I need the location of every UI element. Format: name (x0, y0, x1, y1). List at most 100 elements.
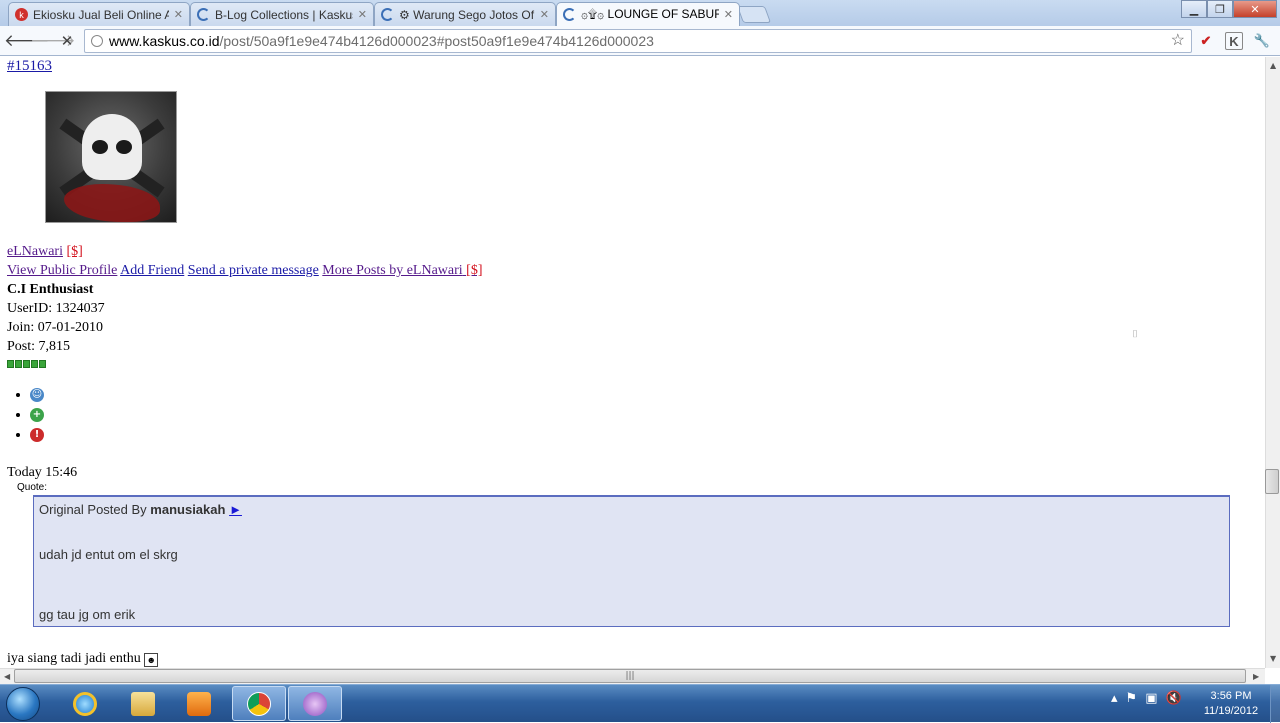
loading-spinner-icon (197, 8, 210, 21)
media-player-icon (187, 691, 211, 716)
taskbar-chrome[interactable] (232, 686, 286, 721)
profile-icon[interactable]: ☺ (30, 387, 44, 402)
extension-k-icon[interactable]: K (1225, 32, 1243, 50)
post-reply-text: iya siang tadi jadi enthu ☻ (7, 651, 159, 667)
emoticon-icon: ☻ (144, 653, 159, 667)
folder-icon (131, 691, 155, 716)
scroll-up-arrow-icon[interactable]: ▲ (1270, 61, 1276, 70)
add-friend-link[interactable]: Add Friend (120, 263, 184, 278)
tab-lounge-of-saburai[interactable]: ۞۩۞ LOUNGE OF SABURAI ✕ (556, 2, 740, 26)
avatar-eye (116, 140, 132, 154)
show-desktop-button[interactable] (1270, 685, 1280, 723)
avatar-eye (92, 140, 108, 154)
send-private-message-link[interactable]: Send a private message (188, 263, 319, 278)
scroll-right-arrow-icon[interactable]: ▶ (1253, 672, 1259, 681)
post-timestamp: Today 15:46 (7, 465, 78, 480)
reputation-star-icon (39, 360, 46, 368)
list-item: ! (30, 425, 44, 445)
stop-loading-icon[interactable]: ✕ (56, 30, 78, 52)
reputation-star-icon (15, 360, 22, 368)
scroll-left-arrow-icon[interactable]: ◀ (4, 672, 10, 681)
quote-line-1: udah jd entut om el skrg (39, 547, 178, 562)
user-action-links: View Public Profile Add Friend Send a pr… (7, 263, 483, 279)
view-public-profile-link[interactable]: View Public Profile (7, 263, 117, 278)
taskbar-media-player[interactable] (172, 686, 226, 721)
network-icon[interactable]: ▣ (1145, 691, 1157, 706)
tab-warung-sego-jotos[interactable]: ⚙ Warung Sego Jotos Of R ✕ (374, 2, 556, 26)
tab-close-icon[interactable]: ✕ (724, 8, 733, 21)
quote-header: Original Posted By manusiakah ► (39, 502, 242, 517)
back-arrow-icon[interactable]: 🡐 (4, 30, 50, 52)
show-hidden-icons-icon[interactable]: ▴ (1111, 691, 1118, 706)
loading-spinner-icon (381, 8, 394, 21)
page-content: #15163 eLNawari [$] View Public Profile … (0, 57, 1265, 668)
reputation-star-icon (31, 360, 38, 368)
donator-badge[interactable]: [$] (66, 244, 82, 259)
user-post-count: Post: 7,815 (7, 339, 71, 354)
forward-arrow-icon[interactable]: 🡒 (30, 30, 76, 52)
chrome-icon (247, 691, 271, 716)
maximize-button[interactable]: ❐ (1207, 0, 1233, 18)
taskbar-clock[interactable]: 3:56 PM 11/19/2012 (1198, 689, 1264, 719)
browser-toolbar: 🡐 🡒 ✕ www.kaskus.co.id/post/50a9f1e9e474… (0, 26, 1280, 56)
tab-title: B-Log Collections | Kaskus - (215, 7, 353, 22)
quote-label: Quote: (17, 482, 48, 493)
more-posts-label: More Posts by eLNawari (322, 263, 463, 278)
horizontal-scroll-thumb[interactable]: ||| (14, 669, 1246, 683)
avatar-skull (82, 114, 142, 180)
add-reputation-icon[interactable]: + (30, 407, 44, 422)
post-action-icons: ☺ + ! (8, 385, 44, 445)
address-bar[interactable]: www.kaskus.co.id/post/50a9f1e9e474b4126d… (84, 29, 1192, 53)
page-icon (91, 35, 103, 47)
reputation-star-icon (23, 360, 30, 368)
clock-date: 11/19/2012 (1203, 705, 1259, 717)
internet-explorer-icon (73, 691, 97, 716)
tab-ekiosku[interactable]: k Ekiosku Jual Beli Online Am ✕ (8, 2, 190, 26)
user-join-date: Join: 07-01-2010 (7, 320, 104, 335)
new-tab-button[interactable] (736, 6, 772, 23)
view-post-arrow-link[interactable]: ► (229, 502, 242, 517)
reputation-star-icon (7, 360, 14, 368)
vertical-scrollbar[interactable]: ▲ ▼ (1265, 57, 1280, 668)
tab-strip: k Ekiosku Jual Beli Online Am ✕ B-Log Co… (0, 0, 1280, 26)
list-item: + (30, 405, 44, 425)
username-line: eLNawari [$] (7, 244, 83, 260)
tab-title: Ekiosku Jual Beli Online Am (33, 7, 169, 22)
bookmark-star-icon[interactable]: ☆ (1171, 30, 1185, 52)
quote-posted-by: Original Posted By (39, 502, 147, 517)
username-link[interactable]: eLNawari (7, 244, 63, 259)
extension-k-red-icon[interactable]: ✔ (1197, 32, 1215, 50)
report-post-icon[interactable]: ! (30, 427, 44, 442)
start-button[interactable] (6, 687, 40, 721)
cursor-glyph-icon: ⌷ (1132, 329, 1138, 340)
quote-author: manusiakah (150, 502, 226, 517)
taskbar-internet-explorer[interactable] (58, 686, 112, 721)
more-posts-link[interactable]: More Posts by eLNawari [$] (322, 263, 482, 278)
tab-close-icon[interactable]: ✕ (174, 8, 183, 21)
scroll-down-arrow-icon[interactable]: ▼ (1270, 654, 1276, 663)
window-controls: ▁ ❐ ✕ (1181, 0, 1277, 18)
action-center-flag-icon[interactable]: ⚑ (1126, 691, 1138, 706)
url-host: www.kaskus.co.id (109, 33, 220, 49)
reputation-bar (7, 360, 46, 368)
quote-line-2: gg tau jg om erik (39, 607, 136, 622)
vertical-scroll-thumb[interactable] (1265, 469, 1279, 494)
messenger-icon (303, 691, 327, 716)
reply-text: iya siang tadi jadi enthu (7, 651, 141, 666)
windows-taskbar: ▴ ⚑ ▣ 🔇 3:56 PM 11/19/2012 (0, 684, 1280, 723)
tab-blog-collections[interactable]: B-Log Collections | Kaskus - ✕ (190, 2, 374, 26)
taskbar-explorer[interactable] (116, 686, 170, 721)
wrench-menu-icon[interactable]: 🔧 (1253, 32, 1271, 50)
close-window-button[interactable]: ✕ (1233, 0, 1277, 18)
post-number-link[interactable]: #15163 (7, 58, 52, 75)
quote-box: Original Posted By manusiakah ► udah jd … (33, 495, 1230, 627)
url-path: /post/50a9f1e9e474b4126d000023#post50a9f… (219, 33, 654, 49)
volume-muted-icon[interactable]: 🔇 (1165, 691, 1181, 706)
tab-close-icon[interactable]: ✕ (358, 8, 367, 21)
user-rank: C.I Enthusiast (7, 282, 94, 297)
tab-close-icon[interactable]: ✕ (540, 8, 549, 21)
minimize-button[interactable]: ▁ (1181, 0, 1207, 18)
taskbar-messenger[interactable] (288, 686, 342, 721)
tab-title: ⚙ Warung Sego Jotos Of R (399, 7, 535, 22)
user-avatar[interactable] (45, 91, 177, 223)
